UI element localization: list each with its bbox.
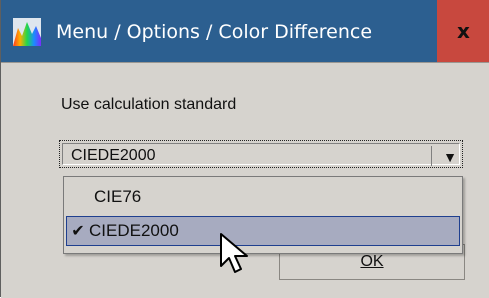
calculation-standard-combobox[interactable]: CIEDE2000 ▼ xyxy=(59,140,463,168)
triangle-down-icon[interactable]: ▼ xyxy=(439,148,461,166)
spectrum-app-icon xyxy=(13,18,41,46)
calculation-standard-label: Use calculation standard xyxy=(61,96,237,113)
combobox-value: CIEDE2000 xyxy=(71,147,156,164)
mouse-pointer-icon xyxy=(220,233,248,273)
option-cie76[interactable]: CIE76 xyxy=(66,183,460,213)
combobox-separator xyxy=(431,146,432,166)
dropdown-list[interactable]: CIE76 ✔ CIEDE2000 xyxy=(63,176,463,254)
option-ciede2000[interactable]: ✔ CIEDE2000 xyxy=(66,216,460,246)
title-bar[interactable]: Menu / Options / Color Difference x xyxy=(1,0,489,62)
window-title: Menu / Options / Color Difference xyxy=(56,21,373,43)
option-label: CIE76 xyxy=(94,187,142,206)
close-button[interactable]: x xyxy=(437,0,489,62)
combobox-field[interactable]: CIEDE2000 ▼ xyxy=(62,143,461,166)
dialog-window: Menu / Options / Color Difference x Use … xyxy=(0,0,489,298)
option-label: CIEDE2000 xyxy=(89,221,179,240)
checkmark-icon: ✔ xyxy=(71,223,85,240)
